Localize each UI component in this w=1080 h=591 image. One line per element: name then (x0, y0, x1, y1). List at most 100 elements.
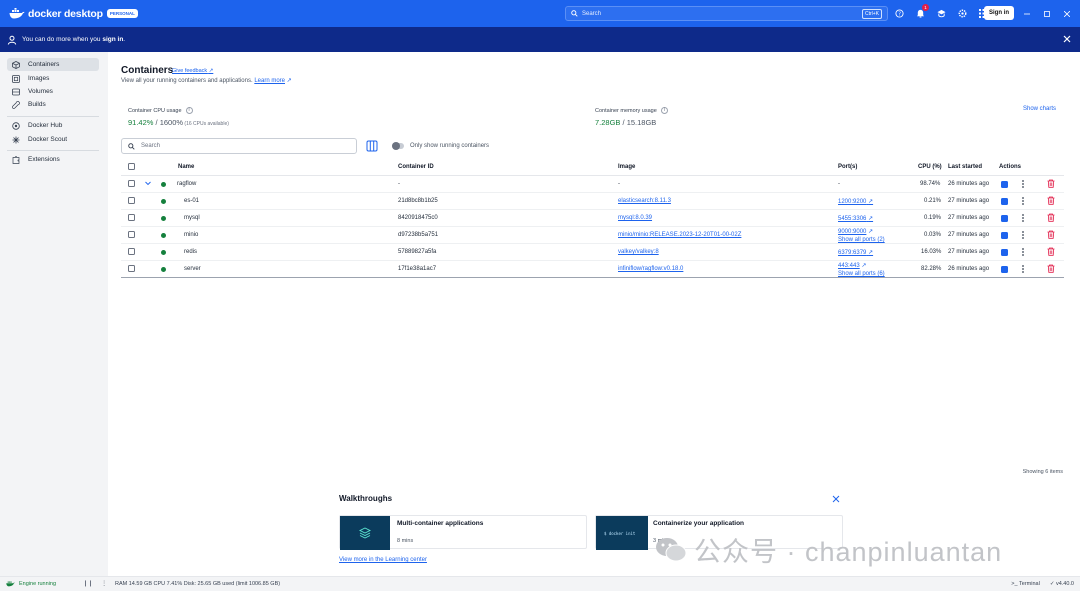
pause-icon[interactable]: ❙❙ (83, 580, 93, 587)
close-icon[interactable] (832, 495, 840, 503)
terminal-button[interactable]: >_ Terminal (1011, 581, 1040, 587)
row-checkbox[interactable] (128, 248, 135, 255)
more-icon[interactable] (1020, 179, 1026, 189)
table-row[interactable]: es-01 21d8bc8b1b25 elasticsearch:8.11.3 … (121, 193, 1064, 210)
container-image-link[interactable]: infiniflow/ragflow:v0.18.0 (618, 266, 683, 272)
learn-more-link[interactable]: Learn more (254, 78, 285, 84)
more-icon[interactable] (1020, 247, 1026, 257)
close-window-icon[interactable] (1061, 8, 1073, 19)
stop-icon[interactable] (1001, 249, 1008, 256)
sidebar-item-containers[interactable]: Containers (7, 58, 99, 71)
close-icon[interactable] (1062, 34, 1072, 44)
container-name[interactable]: minio (184, 232, 198, 238)
info-icon[interactable]: i (660, 107, 668, 114)
stop-icon[interactable] (1001, 266, 1008, 273)
container-port-link[interactable]: 6379:6379 ↗ (838, 249, 873, 256)
row-checkbox[interactable] (128, 180, 135, 187)
container-image-link[interactable]: elasticsearch:8.11.3 (618, 198, 671, 204)
notifications-icon[interactable]: 1 (914, 4, 929, 20)
sidebar-divider (7, 150, 99, 151)
stop-icon[interactable] (1001, 215, 1008, 222)
banner-sign-in-link[interactable]: sign in (102, 36, 123, 43)
container-image-link[interactable]: minio/minio:RELEASE.2023-12-20T01-00-02Z (618, 232, 741, 238)
sign-in-button[interactable]: Sign in (984, 6, 1014, 20)
more-icon[interactable] (1020, 213, 1026, 223)
container-name[interactable]: es-01 (184, 198, 199, 204)
stop-icon[interactable] (1001, 198, 1008, 205)
sidebar-item-volumes[interactable]: Volumes (7, 85, 99, 98)
status-bar: Engine running ❙❙ ⋮ RAM 14.59 GB CPU 7.4… (0, 576, 1080, 591)
columns-icon[interactable] (366, 140, 378, 152)
sidebar-item-builds[interactable]: Builds (7, 98, 99, 111)
external-link-icon: ↗ (868, 199, 874, 205)
learning-center-link[interactable]: View more in the Learning center (339, 557, 427, 563)
row-checkbox[interactable] (128, 265, 135, 272)
container-port-link[interactable]: 9000:9000 (838, 229, 866, 235)
walkthrough-card[interactable]: Multi-container applications 8 mins (339, 515, 587, 550)
more-icon[interactable] (1020, 196, 1026, 206)
container-started: 27 minutes ago (948, 232, 990, 238)
container-search-input[interactable]: Search (121, 138, 357, 154)
table-row[interactable]: minio d97238b5a751 minio/minio:RELEASE.2… (121, 227, 1064, 244)
sidebar-item-docker-hub[interactable]: Docker Hub (7, 119, 99, 132)
row-checkbox[interactable] (128, 214, 135, 221)
show-all-ports-link[interactable]: Show all ports (6) (838, 271, 885, 277)
stop-icon[interactable] (1001, 232, 1008, 239)
version-indicator[interactable]: ✓ v4.40.0 (1050, 581, 1074, 587)
col-container-id[interactable]: Container ID (398, 164, 434, 170)
maximize-icon[interactable] (1041, 8, 1053, 19)
container-port-link[interactable]: 1200:9200 ↗ (838, 198, 873, 205)
chevron-down-icon[interactable] (144, 179, 152, 187)
more-icon[interactable] (1020, 264, 1026, 274)
image-icon (11, 74, 20, 83)
row-checkbox[interactable] (128, 231, 135, 238)
container-name[interactable]: mysql (184, 215, 200, 221)
trash-icon[interactable] (1047, 213, 1055, 222)
trash-icon[interactable] (1047, 196, 1055, 205)
container-icon (11, 60, 20, 69)
col-image[interactable]: Image (618, 164, 635, 170)
sidebar-item-extensions[interactable]: Extensions (7, 153, 99, 166)
table-row[interactable]: ragflow - - - 98.74% 26 minutes ago (121, 176, 1064, 193)
sidebar-item-label: Docker Scout (28, 136, 68, 143)
show-all-ports-link[interactable]: Show all ports (2) (838, 237, 885, 243)
help-icon[interactable]: ? (893, 7, 906, 20)
trash-icon[interactable] (1047, 179, 1055, 188)
settings-icon[interactable] (956, 7, 969, 20)
trash-icon[interactable] (1047, 230, 1055, 239)
container-name[interactable]: redis (184, 249, 197, 255)
more-icon[interactable]: ⋮ (101, 580, 107, 587)
sidebar-item-images[interactable]: Images (7, 72, 99, 85)
table-row[interactable]: redis 57889827a5fa valkey/valkey:8 6379:… (121, 244, 1064, 261)
container-port-link[interactable]: 5455:3306 ↗ (838, 215, 873, 222)
minimize-icon[interactable] (1021, 8, 1033, 19)
container-image-link[interactable]: mysql:8.0.39 (618, 215, 652, 221)
banner-text: You can do more when you sign in. (22, 36, 126, 43)
container-port-link[interactable]: 443:443 (838, 263, 860, 269)
more-icon[interactable] (1020, 230, 1026, 240)
trash-icon[interactable] (1047, 264, 1055, 273)
container-started: 26 minutes ago (948, 181, 990, 187)
col-ports[interactable]: Port(s) (838, 164, 857, 170)
engine-status[interactable]: Engine running (6, 580, 56, 587)
select-all-checkbox[interactable] (128, 163, 135, 170)
show-charts-button[interactable]: Show charts (1023, 106, 1056, 112)
col-name[interactable]: Name (178, 164, 194, 170)
table-row[interactable]: server 17f1e38a1ac7 infiniflow/ragflow:v… (121, 261, 1064, 278)
col-cpu[interactable]: CPU (%) (918, 164, 942, 170)
table-row[interactable]: mysql 8420918475c0 mysql:8.0.39 5455:330… (121, 210, 1064, 227)
stop-icon[interactable] (1001, 181, 1008, 188)
trash-icon[interactable] (1047, 247, 1055, 256)
info-icon[interactable]: i (185, 107, 193, 114)
container-image-link[interactable]: valkey/valkey:8 (618, 249, 659, 255)
give-feedback-link[interactable]: Give feedback ↗ (172, 68, 213, 74)
sidebar-item-docker-scout[interactable]: Docker Scout (7, 133, 99, 146)
row-checkbox[interactable] (128, 197, 135, 204)
sidebar: Containers Images Volumes Builds Docker … (0, 52, 108, 576)
global-search[interactable]: Search Ctrl+K (565, 6, 888, 21)
learning-icon[interactable] (935, 7, 948, 20)
container-name[interactable]: ragflow (177, 181, 196, 187)
col-last-started[interactable]: Last started (948, 164, 982, 170)
running-only-toggle[interactable] (392, 142, 404, 150)
container-name[interactable]: server (184, 266, 201, 272)
